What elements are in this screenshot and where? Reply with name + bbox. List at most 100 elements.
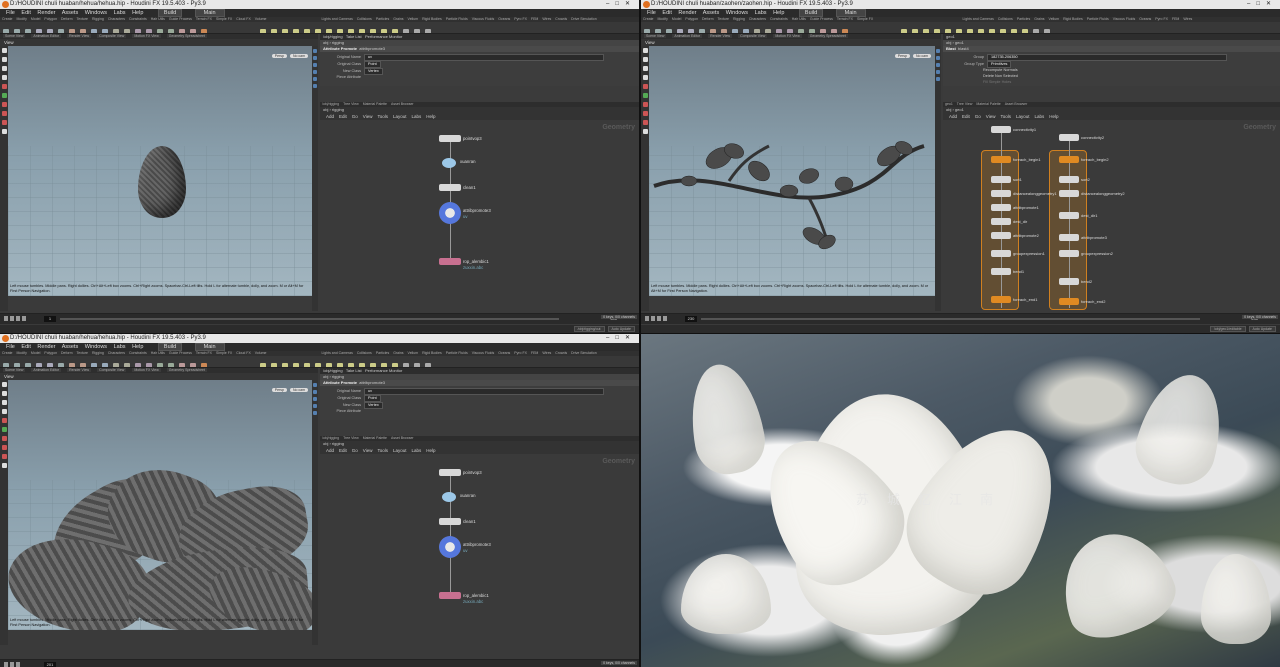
display-option-icon[interactable] xyxy=(313,49,317,53)
net-menu-layout[interactable]: Layout xyxy=(393,448,407,453)
network-editor[interactable]: Geometry connectivity1 foreach_begin1 so… xyxy=(943,120,1280,311)
node-box[interactable] xyxy=(991,268,1011,275)
tab-composite-view[interactable]: Composite View xyxy=(97,368,127,372)
tab-obj-rigging[interactable]: /obj/rigging xyxy=(323,34,343,39)
menu-file[interactable]: File xyxy=(647,10,656,16)
pose-tool-icon[interactable] xyxy=(1,93,7,98)
node-box[interactable] xyxy=(1059,234,1079,241)
net-path-geo1[interactable]: geo1 xyxy=(955,107,964,112)
net-menu-tools[interactable]: Tools xyxy=(377,114,388,119)
shelf-tab[interactable]: Particle Fluids xyxy=(446,17,468,21)
net-menu-help[interactable]: Help xyxy=(426,114,435,119)
shelf-tab[interactable]: Texture xyxy=(718,17,729,21)
new-class-select[interactable]: Vertex xyxy=(364,402,383,409)
shelf-tab[interactable]: Pyro FX xyxy=(514,17,527,21)
rotate-tool-icon[interactable] xyxy=(1,66,7,71)
shelf-tab[interactable]: Modify xyxy=(17,351,27,355)
display-option-icon[interactable] xyxy=(313,390,317,394)
shelf-tab[interactable]: Viscous Fluids xyxy=(472,351,495,355)
shelf-tab[interactable]: Guide Process xyxy=(169,17,192,21)
shelf-tab[interactable]: Vellum xyxy=(408,351,419,355)
pose-tool-icon[interactable] xyxy=(1,427,7,432)
shelf-tab[interactable]: Pyro FX xyxy=(514,351,527,355)
shelf-tab[interactable]: Constraints xyxy=(770,17,788,21)
shelf-tab[interactable]: Particle Fluids xyxy=(1087,17,1109,21)
network-editor[interactable]: Geometry pointvop3 xuanran clean1 attrib… xyxy=(320,454,639,658)
shelf-tab[interactable]: Guide Process xyxy=(169,351,192,355)
desktop-main-select[interactable]: Main xyxy=(194,343,225,351)
node-name-field[interactable]: blast4 xyxy=(958,46,969,51)
shelf-tab[interactable]: Oceans xyxy=(498,351,510,355)
net-path-obj[interactable]: obj xyxy=(323,107,328,112)
rotate-tool-icon[interactable] xyxy=(642,66,648,71)
tab-network[interactable]: /obj/rigging xyxy=(322,436,339,440)
shelf-tab[interactable]: Texture xyxy=(77,351,88,355)
view-tool-icon[interactable] xyxy=(642,120,648,125)
menu-edit[interactable]: Edit xyxy=(662,10,671,16)
view-tool-icon[interactable] xyxy=(1,454,7,459)
net-menu-edit[interactable]: Edit xyxy=(339,114,347,119)
shelf-tab[interactable]: Particles xyxy=(1017,17,1030,21)
net-path-rigging[interactable]: rigging xyxy=(332,40,344,45)
group-field[interactable]: 182735-206350 xyxy=(987,54,1227,61)
shelf-tab[interactable]: Hair Utils xyxy=(792,17,806,21)
shelf-tab[interactable]: Rigging xyxy=(92,351,104,355)
scene-viewport[interactable]: Persp No cam Left mouse tumbles. Middle p… xyxy=(8,46,312,296)
scale-tool-icon[interactable] xyxy=(642,75,648,80)
menu-edit[interactable]: Edit xyxy=(21,344,30,350)
select-tool-icon[interactable] xyxy=(1,48,7,53)
original-name-field[interactable]: uv xyxy=(364,388,604,395)
camera-view-icon[interactable] xyxy=(1,129,7,134)
node-box[interactable] xyxy=(991,204,1011,211)
node-box[interactable] xyxy=(439,135,461,142)
menu-file[interactable]: File xyxy=(6,344,15,350)
shelf-tab[interactable]: Collisions xyxy=(357,351,372,355)
node-box[interactable] xyxy=(442,158,456,168)
delete-non-selected-checkbox[interactable]: Delete Non Selected xyxy=(983,74,1018,78)
new-class-select[interactable]: Vertex xyxy=(364,68,383,75)
shelf-tab[interactable]: Terrain FX xyxy=(196,17,212,21)
shelf-tab[interactable]: Grains xyxy=(393,17,403,21)
shelf-tab[interactable]: Modify xyxy=(658,17,668,21)
node-box[interactable] xyxy=(439,536,461,558)
node-box[interactable] xyxy=(1059,298,1079,305)
display-option-icon[interactable] xyxy=(936,77,940,81)
desktop-build-select[interactable]: Build xyxy=(157,343,183,351)
tab-take-list[interactable]: Take List xyxy=(346,34,362,39)
display-option-icon[interactable] xyxy=(313,411,317,415)
shelf-tab[interactable]: Texture xyxy=(77,17,88,21)
net-menu-edit[interactable]: Edit xyxy=(339,448,347,453)
original-class-select[interactable]: Point xyxy=(364,395,381,402)
select-tool-icon[interactable] xyxy=(642,48,648,53)
scene-viewport[interactable]: Persp No cam Left mouse tumbles. Middle p… xyxy=(649,46,935,296)
tab-animation-editor[interactable]: Animation Editor xyxy=(31,368,62,372)
shelf-tab[interactable]: Cloud FX xyxy=(236,17,251,21)
shelf-tab[interactable]: Characters xyxy=(749,17,766,21)
shelf-tab[interactable]: Rigid Bodies xyxy=(422,351,442,355)
net-menu-add[interactable]: Add xyxy=(326,448,334,453)
node-name-field[interactable]: attribpromote3 xyxy=(359,46,385,51)
tab-motion-fx-view[interactable]: Motion FX View xyxy=(773,34,802,38)
tab-network[interactable]: /obj/rigging xyxy=(322,102,339,106)
node-box[interactable] xyxy=(991,250,1011,257)
tab-composite-view[interactable]: Composite View xyxy=(97,34,127,38)
tab-scene-view[interactable]: Scene View xyxy=(3,34,26,38)
shelf-tab[interactable]: Crowds xyxy=(555,351,567,355)
current-frame-field[interactable]: 230 xyxy=(685,316,697,322)
net-path-obj[interactable]: obj xyxy=(946,40,951,45)
shelf-tab[interactable]: Drive Simulation xyxy=(571,17,596,21)
move-tool-icon[interactable] xyxy=(1,57,7,62)
step-icon[interactable] xyxy=(663,316,667,321)
menu-help[interactable]: Help xyxy=(773,10,784,16)
shelf-tab[interactable]: FEM xyxy=(531,17,538,21)
node-box[interactable] xyxy=(991,296,1011,303)
shelf-tab[interactable]: Rigid Bodies xyxy=(1063,17,1083,21)
shelf-tab[interactable]: Particle Fluids xyxy=(446,351,468,355)
display-option-icon[interactable] xyxy=(936,70,940,74)
recompute-normals-checkbox[interactable]: Recompute Normals xyxy=(983,68,1018,72)
tab-material-palette[interactable]: Material Palette xyxy=(976,102,1000,106)
play-back-icon[interactable] xyxy=(645,316,649,321)
handle-tool-icon[interactable] xyxy=(642,84,648,89)
shelf-tab[interactable]: Simple FX xyxy=(216,351,232,355)
display-option-icon[interactable] xyxy=(313,404,317,408)
